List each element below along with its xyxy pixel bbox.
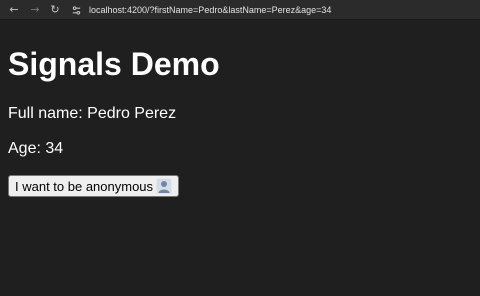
address-bar[interactable]: localhost:4200/?firstName=Pedro&lastName…	[66, 2, 476, 18]
anonymous-button-label: I want to be anonymous	[15, 178, 154, 194]
browser-toolbar: ← → ↻ localhost:4200/?firstName=Pedro&la…	[0, 0, 480, 20]
full-name-text: Full name: Pedro Perez	[8, 105, 177, 122]
page-title: Signals Demo	[8, 46, 220, 82]
bust-in-silhouette-icon	[156, 178, 172, 194]
age-text: Age: 34	[8, 140, 64, 157]
back-arrow-icon[interactable]: ←	[6, 2, 22, 18]
reload-icon[interactable]: ↻	[47, 2, 63, 18]
site-info-icon[interactable]	[70, 4, 82, 16]
anonymous-button[interactable]: I want to be anonymous	[8, 175, 180, 197]
url-text[interactable]: localhost:4200/?firstName=Pedro&lastName…	[89, 5, 331, 15]
forward-arrow-icon[interactable]: →	[27, 2, 43, 18]
